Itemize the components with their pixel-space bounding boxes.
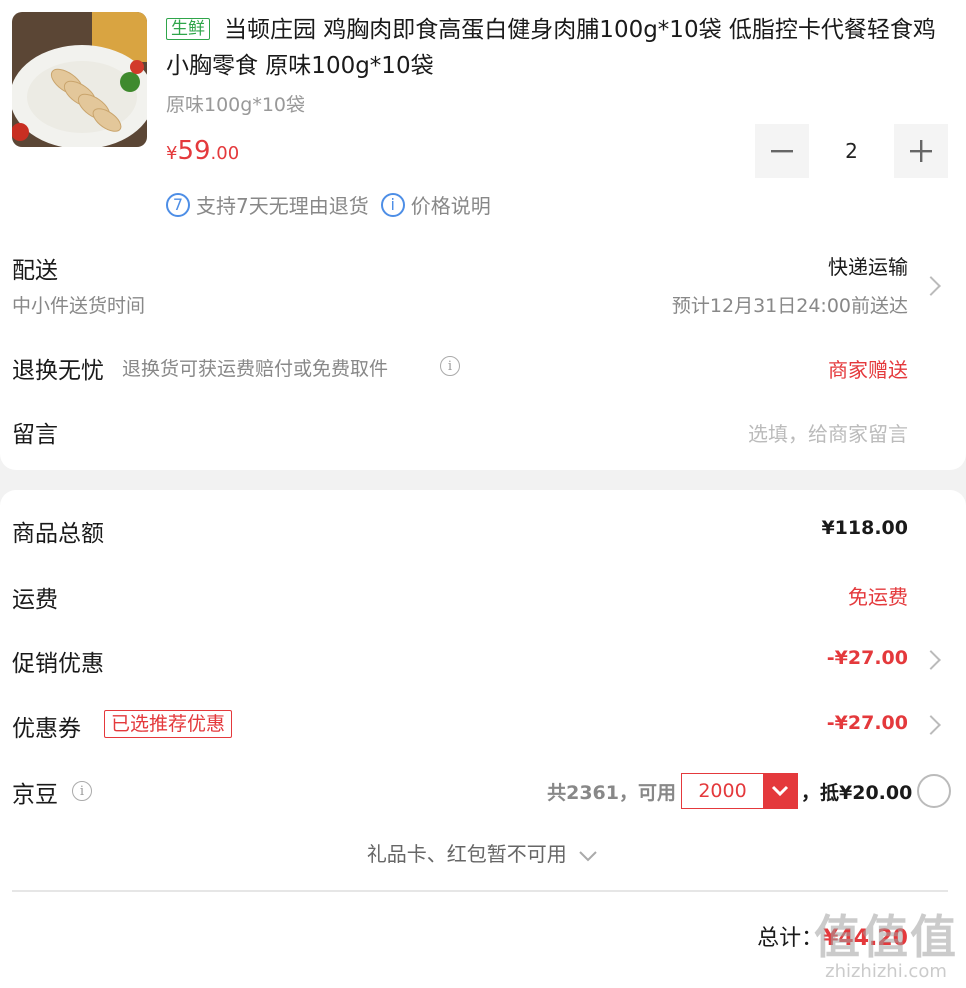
price-integer: 59 — [177, 136, 211, 166]
shipping-value: 免运费 — [848, 585, 908, 609]
beans-deduct-value: ，抵¥20.00 — [801, 782, 913, 804]
product-card: 生鲜 当顿庄园 鸡胸肉即食高蛋白健身肉脯100g*10袋 低脂控卡代餐轻食鸡小胸… — [0, 0, 966, 470]
returns-value[interactable]: 商家赠送 — [828, 354, 908, 383]
minus-icon — [771, 150, 793, 153]
message-label: 留言 — [12, 422, 58, 448]
returns-label: 退换无忧 — [12, 358, 104, 384]
delivery-sub: 中小件送货时间 — [12, 295, 146, 317]
summary-card: 商品总额 ¥118.00 运费 免运费 促销优惠 -¥27.00 优惠券 已选推… — [0, 490, 966, 988]
promo-chevron-icon[interactable] — [921, 650, 941, 670]
price-explanation-link[interactable]: 价格说明 — [411, 190, 491, 219]
product-image[interactable] — [12, 12, 147, 147]
coupon-badge: 已选推荐优惠 — [104, 710, 233, 738]
divider — [12, 890, 948, 892]
watermark: 值值值 zhizhizhi.com — [814, 913, 958, 982]
delivery-chevron-icon[interactable] — [921, 276, 941, 296]
return-7day-text[interactable]: 支持7天无理由退货 — [196, 190, 369, 219]
quantity-value[interactable]: 2 — [809, 124, 894, 178]
price-symbol: ¥ — [166, 143, 178, 164]
message-input[interactable]: 选填，给商家留言 — [748, 418, 908, 447]
promo-value[interactable]: -¥27.00 — [827, 647, 908, 669]
promo-label: 促销优惠 — [12, 651, 104, 677]
coupon-value[interactable]: -¥27.00 — [827, 712, 908, 734]
delivery-label: 配送 — [12, 258, 58, 284]
return-7day-icon: 7 — [166, 192, 190, 217]
price-decimal: .00 — [210, 143, 240, 164]
quantity-stepper: 2 — [755, 124, 948, 178]
goods-total-value: ¥118.00 — [821, 517, 908, 539]
coupon-label: 优惠券 — [12, 716, 81, 742]
coupon-chevron-icon[interactable] — [921, 715, 941, 735]
beans-label: 京豆 — [12, 782, 58, 808]
beans-radio[interactable] — [917, 774, 951, 808]
service-row: 7 支持7天无理由退货 i 价格说明 — [166, 190, 491, 219]
beans-amount-select[interactable]: 2000 — [681, 773, 798, 809]
beans-available-text: 共2361，可用 — [547, 782, 676, 804]
product-title[interactable]: 当顿庄园 鸡胸肉即食高蛋白健身肉脯100g*10袋 低脂控卡代餐轻食鸡小胸零食 … — [166, 12, 946, 84]
goods-total-label: 商品总额 — [12, 521, 104, 547]
beans-deduct-text: ，抵¥20.00 — [801, 778, 912, 805]
watermark-url: zhizhizhi.com — [825, 961, 947, 982]
watermark-logo: 值值值 — [814, 910, 958, 964]
chevron-down-icon[interactable] — [763, 774, 797, 808]
decrease-button[interactable] — [755, 124, 809, 178]
delivery-method[interactable]: 快递运输 — [828, 251, 908, 280]
increase-button[interactable] — [894, 124, 948, 178]
beans-info-icon[interactable]: i — [72, 781, 92, 801]
giftcard-row[interactable]: 礼品卡、红包暂不可用 — [0, 838, 966, 867]
shipping-label: 运费 — [12, 587, 58, 613]
info-icon: i — [380, 192, 405, 217]
product-spec[interactable]: 原味100g*10袋 — [166, 90, 305, 117]
product-price: ¥59.00 — [166, 136, 239, 166]
chevron-down-icon — [579, 850, 597, 861]
returns-desc: 退换货可获运费赔付或免费取件 — [122, 358, 389, 380]
beans-selected-value[interactable]: 2000 — [682, 774, 763, 808]
plus-icon — [910, 140, 932, 162]
returns-info-icon[interactable]: i — [440, 356, 460, 376]
giftcard-text: 礼品卡、红包暂不可用 — [366, 842, 567, 866]
delivery-eta[interactable]: 预计12月31日24:00前送达 — [672, 291, 908, 318]
